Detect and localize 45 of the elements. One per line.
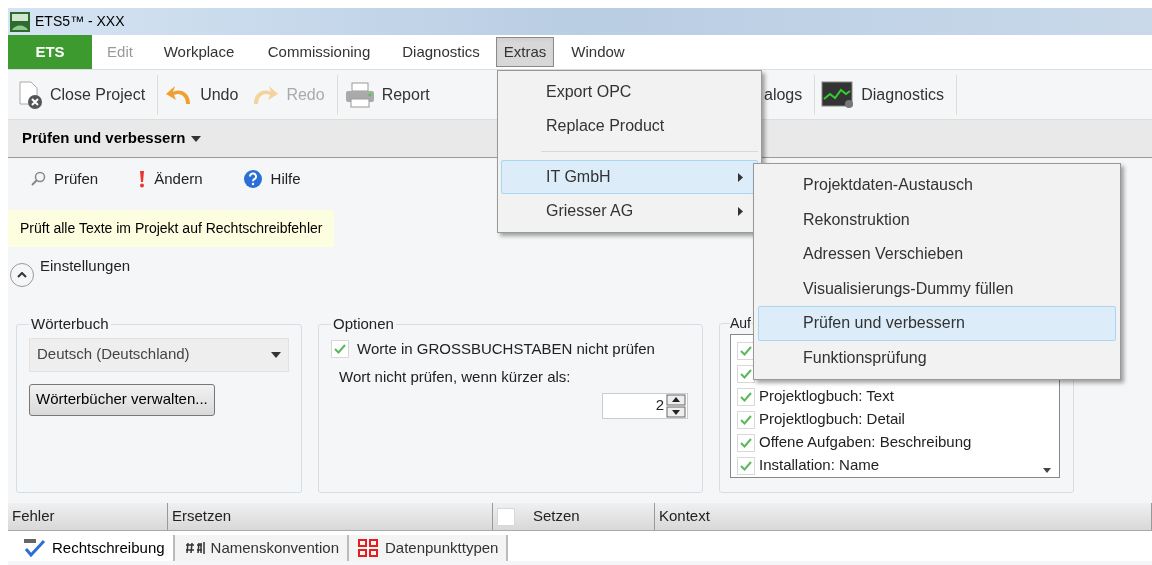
menu-entry[interactable]: Export OPC (501, 75, 758, 109)
menu-entry[interactable]: Projektdaten-Austausch (758, 168, 1116, 203)
bottom-tab[interactable]: Namenskonvention (174, 535, 349, 561)
menu-item[interactable]: Commissioning (250, 37, 388, 67)
number-spinner[interactable]: 2 (602, 392, 688, 419)
bottom-tab[interactable]: Datenpunkttypen (349, 535, 509, 561)
menu-entry[interactable]: Prüfen und verbessern (758, 306, 1116, 341)
checkbox-label: Worte in GROSSBUCHSTABEN nicht prüfen (357, 338, 655, 359)
menu-item[interactable]: Window (558, 37, 638, 67)
field-label: Wort nicht prüfen, wenn kürzer als: (339, 367, 572, 387)
spinner-value: 2 (655, 395, 664, 416)
action-button[interactable]: Hilfe (242, 167, 301, 191)
menu-item[interactable]: Extras (496, 37, 554, 67)
group-title: Wörterbuch (30, 314, 110, 334)
group-title: Auf (730, 314, 751, 333)
menu-entry[interactable]: Visualisierungs-Dummy füllen (758, 271, 1116, 306)
column-header[interactable]: Ersetzen (168, 503, 493, 530)
menu-entry[interactable]: Adressen Verschieben (758, 237, 1116, 272)
column-header[interactable]: Setzen (493, 503, 655, 530)
group-title: Optionen (332, 314, 395, 334)
menu-entry[interactable]: IT GmbH (501, 160, 758, 194)
menu-item[interactable]: Workplace (148, 37, 250, 67)
menu-entry[interactable]: Funktionsprüfung (758, 340, 1116, 375)
app-menu-button[interactable]: ETS (8, 35, 92, 69)
toolbar-button[interactable]: Report (337, 74, 436, 115)
menu-entry[interactable]: Replace Product (501, 109, 758, 143)
checklist-item[interactable]: Installation: Name (759, 454, 880, 477)
checklist-item[interactable]: Projektlogbuch: Detail (759, 408, 905, 431)
toolbar-button[interactable]: Close Project (12, 74, 159, 115)
action-button[interactable]: Prüfen (30, 167, 99, 191)
hint-text: Prüft alle Texte im Projekt auf Rechtschreibfehler (8, 210, 335, 247)
manage-dictionaries-button[interactable]: Wörterbücher verwalten... (29, 383, 215, 416)
toolbar-button[interactable]: Undo (158, 74, 245, 115)
panel-title-dropdown[interactable]: Prüfen und verbessern (22, 127, 202, 150)
checklist-item[interactable]: Projektlogbuch: Text (759, 385, 894, 408)
menu-entry[interactable]: Rekonstruktion (758, 202, 1116, 237)
column-header[interactable]: Kontext (655, 503, 1152, 530)
menu-item[interactable]: Diagnostics (388, 37, 494, 67)
window-title: ETS5™ - XXX (35, 12, 125, 31)
action-button[interactable]: Ändern (138, 167, 203, 191)
column-header[interactable]: Fehler (8, 503, 168, 530)
toolbar-button[interactable]: Diagnostics (815, 74, 957, 115)
section-label: Einstellungen (40, 256, 131, 276)
dictionary-select[interactable]: Deutsch (Deutschland) (29, 337, 289, 372)
checklist-item[interactable]: Offene Aufgaben: Beschreibung (759, 431, 972, 454)
